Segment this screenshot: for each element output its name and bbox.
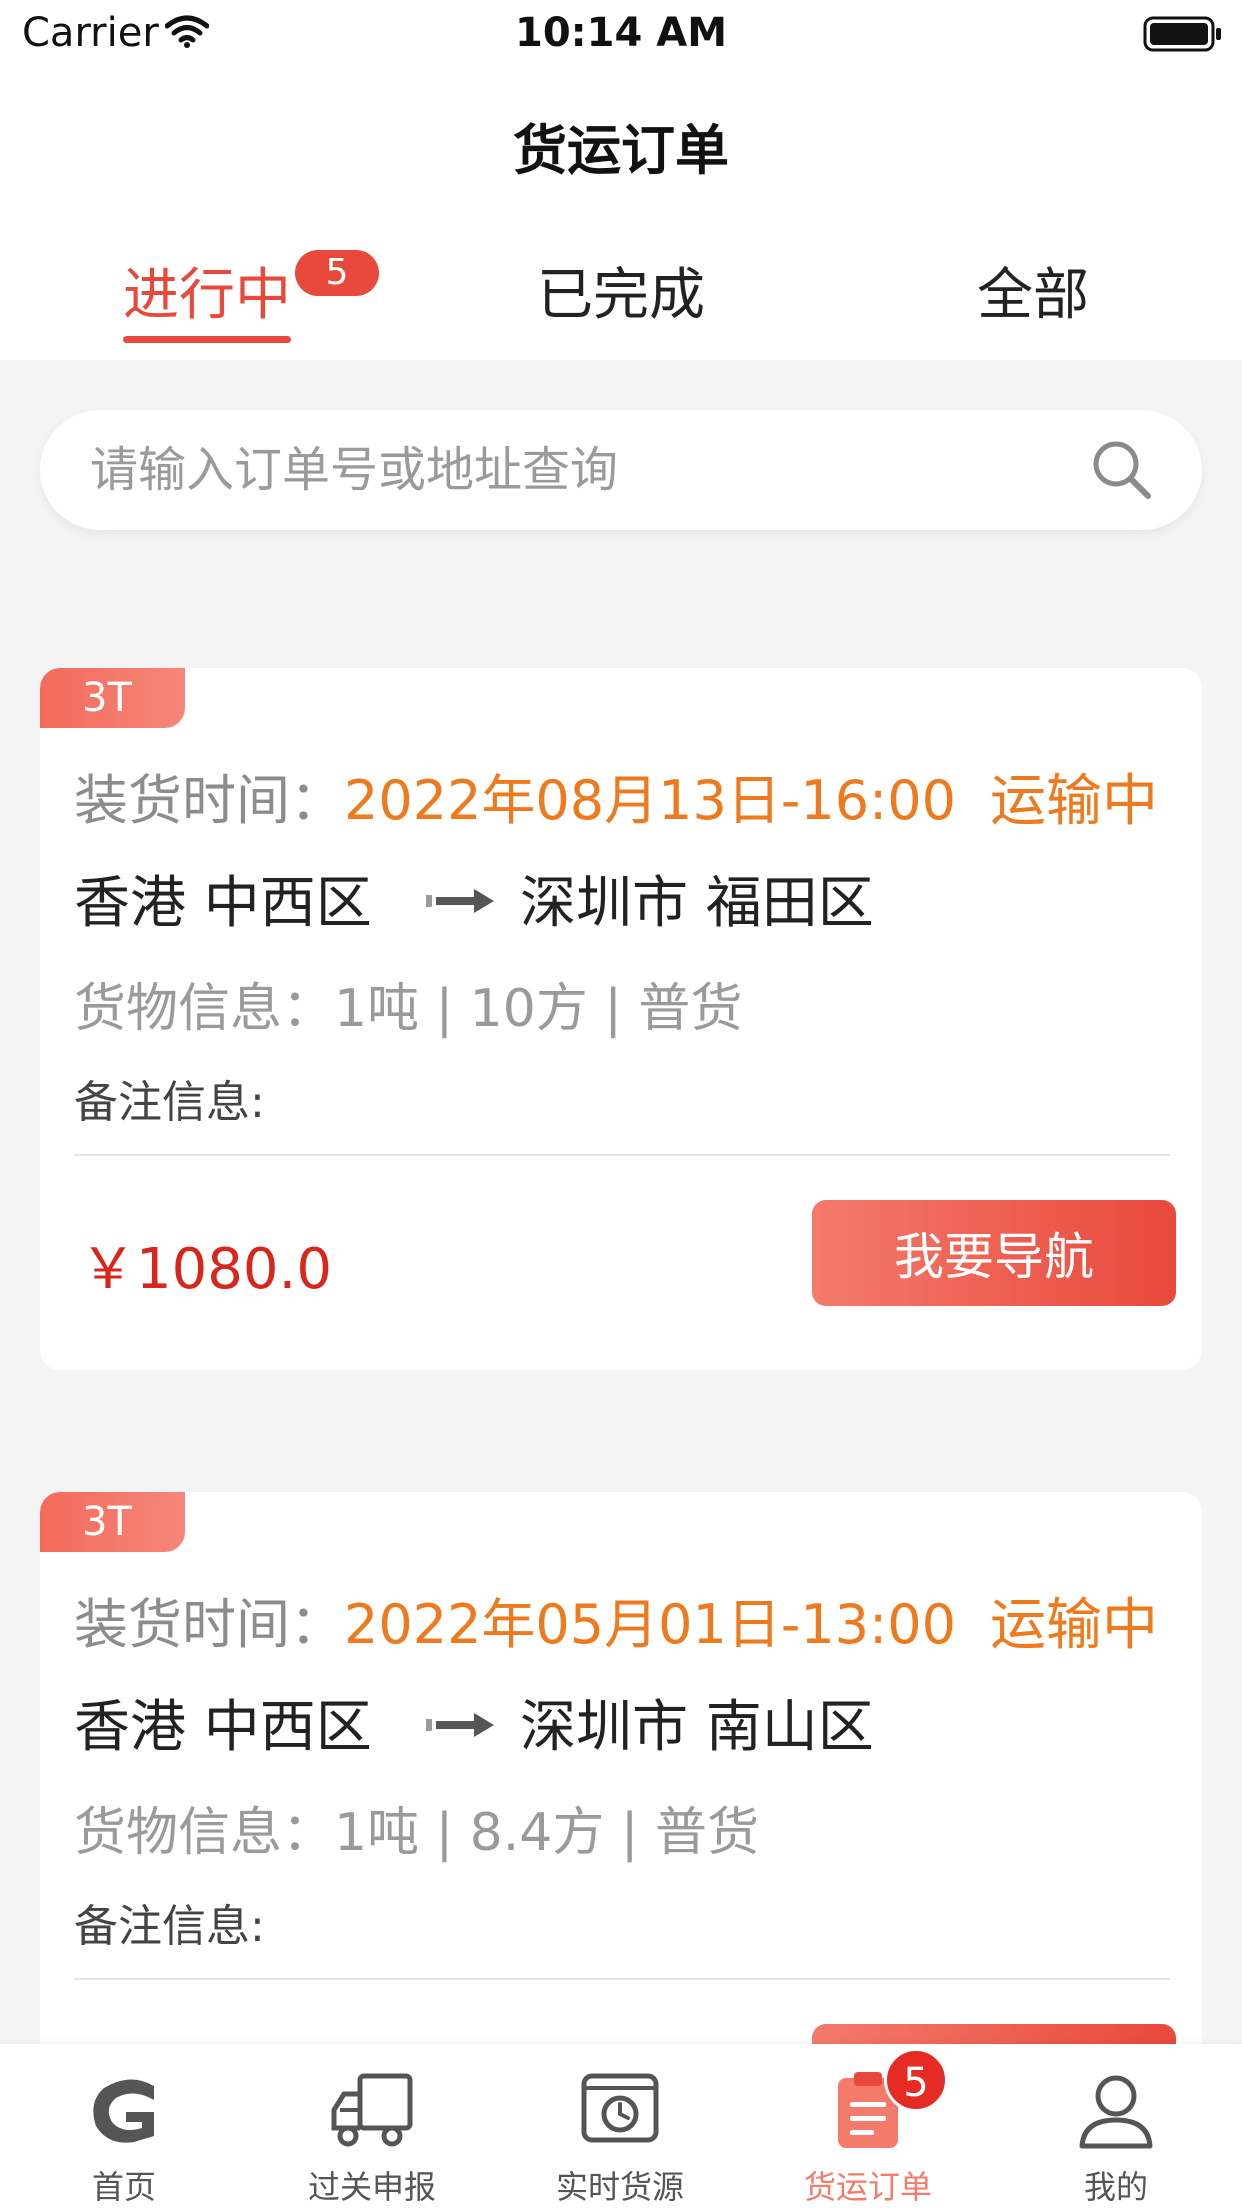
tabbar-label-orders: 货运订单 <box>803 2168 932 2206</box>
active-tab-indicator <box>123 336 291 343</box>
tab-in-progress[interactable]: 进行中 <box>123 250 291 331</box>
arrow-right-icon <box>426 1710 496 1744</box>
tabbar-item-customs[interactable]: 过关申报 <box>248 2044 496 2208</box>
order-status-tabs: 进行中 5 已完成 全部 <box>0 210 1242 360</box>
remark-info: 备注信息: <box>74 1077 265 1128</box>
tabbar-label-profile: 我的 <box>1083 2168 1148 2206</box>
route-from: 香港 中西区 <box>74 871 372 936</box>
search-box <box>40 410 1202 530</box>
card-divider <box>74 1978 1170 1980</box>
tabbar-item-home[interactable]: 首页 <box>0 2044 248 2208</box>
clock-box-icon <box>576 2066 664 2158</box>
battery-icon <box>1143 16 1223 56</box>
cargo-info: 货物信息：1吨 | 10方 | 普货 <box>74 979 743 1039</box>
tabbar-item-profile[interactable]: 我的 <box>992 2044 1240 2208</box>
card-divider <box>74 1154 1170 1156</box>
tab-all[interactable]: 全部 <box>977 250 1089 331</box>
tabbar-item-live-cargo[interactable]: 实时货源 <box>496 2044 744 2208</box>
navigate-button[interactable]: 我要导航 <box>812 1200 1176 1306</box>
order-price: ￥1080.0 <box>80 1237 332 1302</box>
status-time: 10:14 AM <box>514 10 727 56</box>
load-time-value: 2022年05月01日-13:00 <box>344 1593 956 1656</box>
order-card[interactable]: 3T 装货时间：2022年08月13日-16:00 运输中 香港 中西区 深圳市… <box>40 668 1202 1370</box>
search-input[interactable] <box>90 410 1070 530</box>
route-to: 深圳市 福田区 <box>520 871 874 936</box>
order-status: 运输中 <box>990 769 1158 834</box>
user-icon <box>1072 2066 1160 2158</box>
search-icon[interactable] <box>1088 436 1156 508</box>
route-from: 香港 中西区 <box>74 1695 372 1760</box>
load-time-row: 装货时间：2022年08月13日-16:00 <box>74 756 956 835</box>
tabbar-label-home: 首页 <box>91 2168 156 2206</box>
load-time-value: 2022年08月13日-16:00 <box>344 769 956 832</box>
weight-tag: 3T <box>40 668 185 728</box>
remark-info: 备注信息: <box>74 1901 265 1952</box>
status-bar: Carrier 10:14 AM <box>0 0 1242 70</box>
load-time-row: 装货时间：2022年05月01日-13:00 <box>74 1580 956 1659</box>
page-title: 货运订单 <box>513 119 729 182</box>
tab-in-progress-badge: 5 <box>295 250 379 296</box>
tabbar-orders-badge: 5 <box>884 2048 948 2112</box>
route-to: 深圳市 南山区 <box>520 1695 874 1760</box>
truck-icon <box>328 2066 416 2158</box>
load-time-label: 装货时间： <box>74 1593 344 1656</box>
tabbar-label-customs: 过关申报 <box>307 2168 436 2206</box>
tab-completed[interactable]: 已完成 <box>537 250 705 331</box>
load-time-label: 装货时间： <box>74 769 344 832</box>
bottom-tab-bar: 首页 过关申报 实时货源 5 货运订单 我的 <box>0 2044 1242 2208</box>
home-logo-icon <box>80 2066 168 2158</box>
weight-tag: 3T <box>40 1492 185 1552</box>
tabbar-item-orders[interactable]: 5 货运订单 <box>744 2044 992 2208</box>
arrow-right-icon <box>426 886 496 920</box>
order-status: 运输中 <box>990 1593 1158 1658</box>
tabbar-label-live-cargo: 实时货源 <box>555 2168 684 2206</box>
navigation-bar: 货运订单 <box>0 70 1242 210</box>
cargo-info: 货物信息：1吨 | 8.4方 | 普货 <box>74 1803 759 1863</box>
